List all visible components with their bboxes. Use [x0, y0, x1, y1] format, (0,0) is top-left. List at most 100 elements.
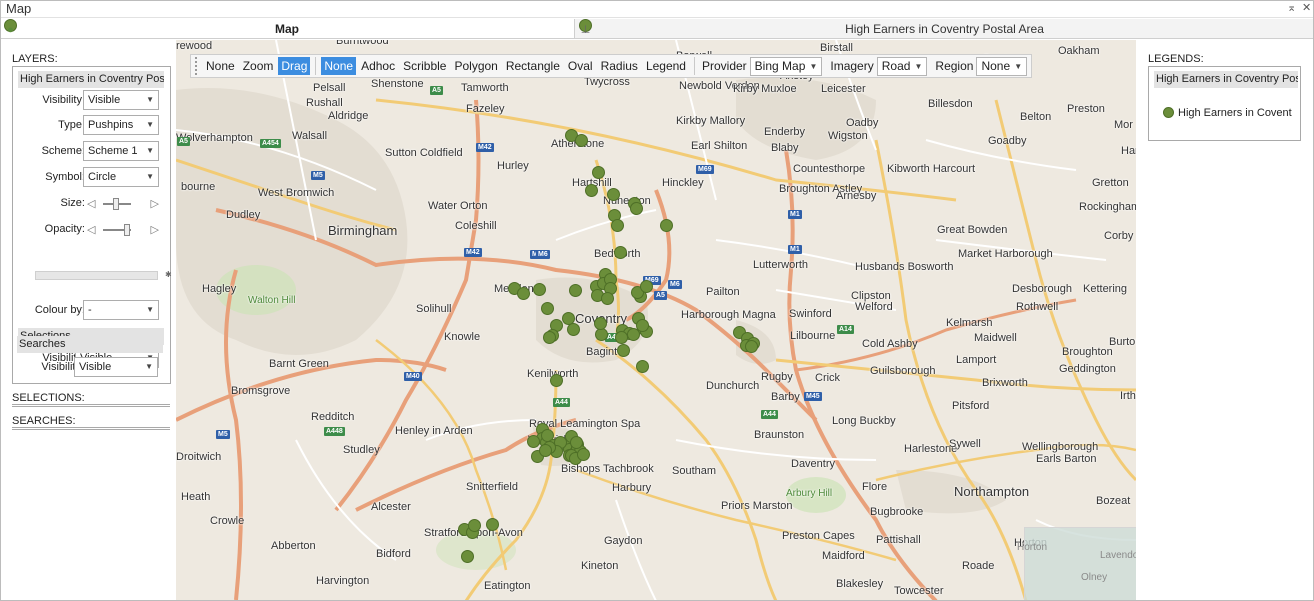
cancel-progress-icon[interactable]: ✱ — [165, 270, 172, 279]
colour-by-dropdown[interactable]: - ▼ — [83, 300, 159, 320]
town-label: Tamworth — [461, 82, 509, 94]
pushpin-marker[interactable] — [594, 317, 607, 330]
town-label: Fazeley — [466, 103, 505, 115]
provider-value: Bing Map — [754, 58, 806, 73]
road-shield: A44 — [761, 410, 778, 419]
town-label: Blaby — [771, 142, 799, 154]
pushpin-marker[interactable] — [595, 328, 608, 341]
legends-panel: LEGENDS: High Earners in Coventry Postal… — [1136, 40, 1314, 601]
pushpin-marker[interactable] — [601, 292, 614, 305]
pushpin-marker[interactable] — [611, 219, 624, 232]
imagery-dropdown[interactable]: Road ▼ — [876, 56, 928, 76]
map-canvas[interactable]: Tamworth Pelsall Shenstone Rushall Aldridge F… — [176, 40, 1136, 601]
pushpin-marker[interactable] — [486, 518, 499, 531]
town-label: Billesdon — [928, 98, 973, 110]
map-marker-icon: ● — [4, 19, 17, 36]
town-label: Bugbrooke — [870, 506, 924, 518]
pushpin-marker[interactable] — [614, 246, 627, 259]
chevron-down-icon: ▼ — [146, 305, 154, 314]
pushpin-marker[interactable] — [567, 323, 580, 336]
town-label: Barby — [771, 391, 800, 403]
mode-drag-button[interactable]: Drag — [278, 57, 311, 75]
tab-high-earners[interactable]: ⊥ High Earners in Coventry Postal Area — [575, 19, 1314, 39]
provider-dropdown[interactable]: Bing Map ▼ — [749, 56, 823, 76]
town-label: Northampton — [954, 484, 1030, 499]
town-label: Kelmarsh — [946, 317, 993, 329]
town-label: Harringw — [1121, 145, 1136, 157]
pushpin-marker[interactable] — [575, 134, 588, 147]
size-slider[interactable]: ◁ ▷ — [87, 197, 159, 211]
opacity-slider-thumb[interactable] — [123, 224, 130, 236]
pushpin-marker[interactable] — [617, 344, 630, 357]
pin-window-icon[interactable]: ⌅ — [1287, 1, 1296, 14]
tab-map[interactable]: ● Map — [0, 19, 575, 39]
pushpin-marker[interactable] — [468, 519, 481, 532]
type-dropdown[interactable]: Pushpins ▼ — [83, 115, 159, 135]
pushpin-marker[interactable] — [636, 360, 649, 373]
pushpin-marker[interactable] — [640, 280, 653, 293]
draw-oval-button[interactable]: Oval — [565, 57, 596, 75]
symbol-dropdown[interactable]: Circle ▼ — [83, 167, 159, 187]
pushpin-marker[interactable] — [461, 550, 474, 563]
pushpin-marker[interactable] — [745, 340, 758, 353]
opacity-slider[interactable]: ◁ ▷ — [87, 223, 159, 237]
toolbar-grip-icon[interactable] — [195, 57, 199, 75]
pushpin-marker[interactable] — [592, 166, 605, 179]
town-label: Burntwood — [336, 40, 389, 47]
pushpin-marker[interactable] — [533, 283, 546, 296]
town-label: Gretton — [1092, 177, 1129, 189]
region-dropdown[interactable]: None ▼ — [976, 56, 1028, 76]
town-label: Bidford — [376, 548, 411, 560]
pushpin-marker[interactable] — [550, 374, 563, 387]
road-shield: M6 — [536, 250, 550, 259]
scheme-label: Scheme: — [41, 145, 85, 157]
overview-map[interactable]: Horton Lavendo Olney — [1017, 527, 1136, 601]
pushpin-marker[interactable] — [615, 331, 628, 344]
pin-icon[interactable]: ⊥ — [579, 19, 592, 36]
visibility-dropdown[interactable]: Visible ▼ — [83, 90, 159, 110]
map-toolbar: None Zoom Drag None Adhoc Scribble Polyg… — [190, 54, 1033, 78]
town-label: Rockingham — [1079, 201, 1136, 213]
pushpin-marker[interactable] — [569, 284, 582, 297]
increase-size-icon[interactable]: ▷ — [151, 197, 159, 210]
chevron-down-icon: ▼ — [146, 95, 154, 104]
size-slider-thumb[interactable] — [112, 198, 119, 210]
increase-opacity-icon[interactable]: ▷ — [151, 223, 159, 236]
draw-adhoc-button[interactable]: Adhoc — [358, 57, 398, 75]
symbol-label: Symbol: — [45, 171, 85, 183]
close-icon[interactable]: ✕ — [1302, 1, 1311, 14]
type-label: Type: — [58, 119, 85, 131]
pushpin-marker[interactable] — [539, 444, 552, 457]
road-shield: A44 — [553, 398, 570, 407]
decrease-opacity-icon[interactable]: ◁ — [87, 223, 95, 236]
draw-radius-button[interactable]: Radius — [598, 57, 641, 75]
town-label: Oakham — [1058, 45, 1100, 57]
colour-by-row: Colour by: - ▼ — [13, 300, 170, 322]
pushpin-marker[interactable] — [527, 435, 540, 448]
draw-none-button[interactable]: None — [321, 57, 357, 75]
pushpin-marker[interactable] — [630, 202, 643, 215]
pushpin-marker[interactable] — [636, 319, 649, 332]
pushpin-marker[interactable] — [585, 184, 598, 197]
town-label: Pitsford — [952, 400, 990, 412]
draw-polygon-button[interactable]: Polygon — [451, 57, 500, 75]
chevron-down-icon: ▼ — [809, 61, 818, 71]
searches-visibility-dropdown[interactable]: Visible ▼ — [74, 357, 158, 377]
mode-none-button[interactable]: None — [203, 57, 238, 75]
pushpin-marker[interactable] — [517, 287, 530, 300]
town-label: Barnt Green — [269, 358, 329, 370]
road-shield: A5 — [654, 291, 667, 300]
pushpin-marker[interactable] — [570, 436, 583, 449]
draw-legend-button[interactable]: Legend — [643, 57, 689, 75]
scheme-dropdown[interactable]: Scheme 1 ▼ — [83, 141, 159, 161]
pushpin-marker[interactable] — [541, 302, 554, 315]
draw-rectangle-button[interactable]: Rectangle — [503, 57, 563, 75]
pushpin-marker[interactable] — [543, 331, 556, 344]
draw-scribble-button[interactable]: Scribble — [400, 57, 449, 75]
layer-name-header[interactable]: High Earners in Coventry Postal Area — [18, 71, 164, 88]
pushpin-marker[interactable] — [660, 219, 673, 232]
mode-zoom-button[interactable]: Zoom — [240, 57, 277, 75]
pushpin-marker[interactable] — [577, 448, 590, 461]
decrease-size-icon[interactable]: ◁ — [87, 197, 95, 210]
pushpin-marker[interactable] — [607, 188, 620, 201]
